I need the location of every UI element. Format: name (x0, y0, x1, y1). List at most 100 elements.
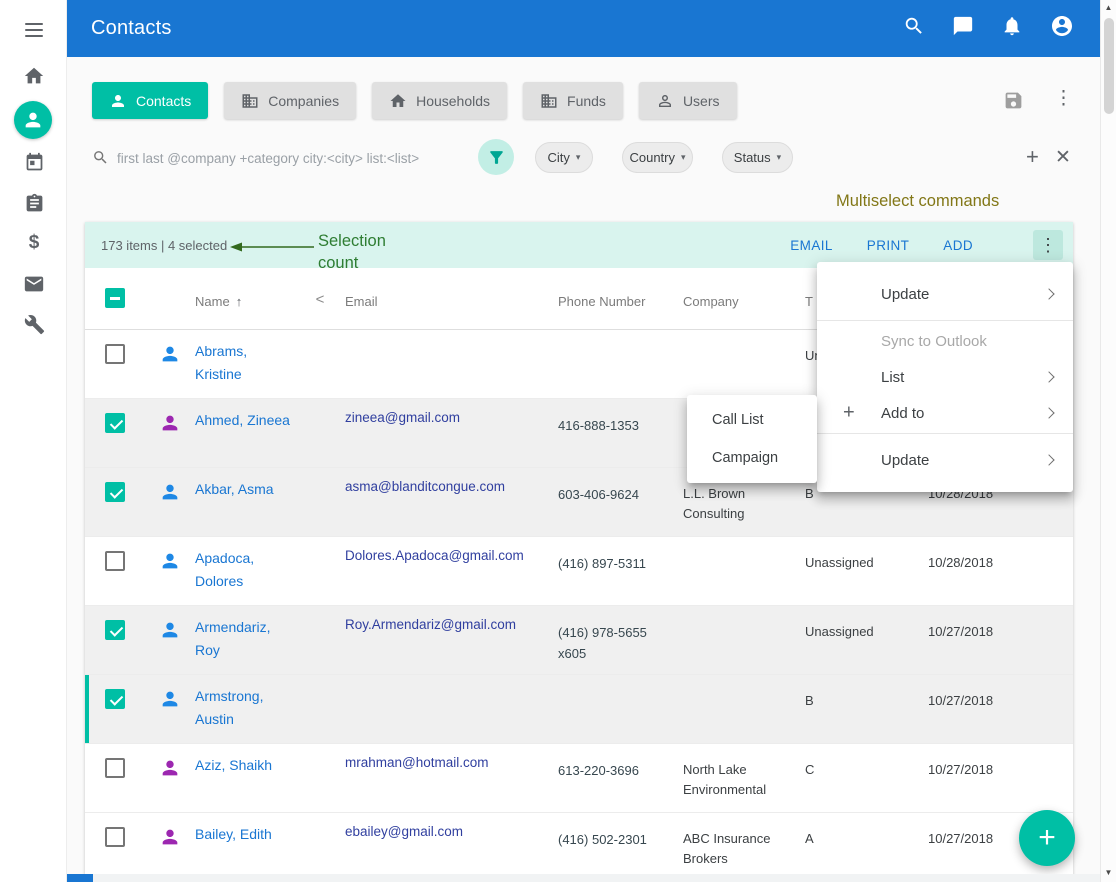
add-to-submenu: Call List Campaign (687, 395, 817, 483)
scroll-down-icon[interactable]: ▼ (1101, 868, 1116, 877)
contact-date: 10/27/2018 (928, 675, 1073, 743)
app-window: $ Contacts Contacts Companies Households (0, 0, 1116, 882)
home-icon[interactable] (22, 64, 46, 88)
entity-tabs: Contacts Companies Households Funds User… (92, 82, 737, 119)
tasks-clipboard-icon[interactable] (22, 191, 46, 215)
search-input[interactable] (117, 147, 467, 169)
chat-icon[interactable] (952, 15, 974, 42)
contact-company (683, 537, 805, 605)
table-row[interactable]: Aziz, Shaikh mrahman@hotmail.com 613-220… (85, 744, 1073, 813)
add-contact-fab[interactable]: + (1019, 810, 1075, 866)
billing-dollar-icon[interactable]: $ (22, 231, 46, 255)
calendar-icon[interactable] (22, 150, 46, 174)
collapse-columns-icon[interactable]: < (295, 268, 345, 329)
search-icon[interactable] (903, 15, 925, 42)
horizontal-scrollbar[interactable] (67, 874, 1100, 882)
menu-item-add-to[interactable]: + Add to (817, 395, 1073, 431)
top-app-bar: Contacts (67, 0, 1100, 57)
tab-funds[interactable]: Funds (523, 82, 623, 119)
filter-chip-country[interactable]: Country▾ (622, 142, 693, 173)
contact-date: 10/27/2018 (928, 744, 1073, 812)
add-filter-icon[interactable]: + (1026, 144, 1039, 170)
vertical-scrollbar-thumb[interactable] (1104, 18, 1114, 114)
contact-email: asma@blanditcongue.com (345, 468, 558, 536)
notifications-bell-icon[interactable] (1001, 15, 1023, 42)
tab-households[interactable]: Households (372, 82, 507, 119)
tools-wrench-icon[interactable] (22, 312, 46, 336)
menu-item-update-2[interactable]: Update (817, 436, 1073, 484)
page-title: Contacts (67, 17, 172, 40)
contact-name-link[interactable]: Bailey, Edith (195, 826, 272, 842)
contact-date: 10/27/2018 (928, 606, 1073, 674)
filter-chip-status[interactable]: Status▾ (722, 142, 793, 173)
row-checkbox[interactable] (105, 344, 125, 364)
contact-name-link[interactable]: Armendariz, Roy (195, 619, 270, 658)
menu-item-update[interactable]: Update (817, 270, 1073, 318)
horizontal-scrollbar-thumb[interactable] (67, 874, 93, 882)
column-header-phone[interactable]: Phone Number (558, 268, 683, 329)
row-checkbox[interactable] (105, 482, 125, 502)
person-icon (109, 92, 127, 110)
column-header-email[interactable]: Email (345, 268, 558, 329)
table-row[interactable]: Armstrong, Austin B 10/27/2018 (85, 675, 1073, 744)
contact-name-link[interactable]: Akbar, Asma (195, 481, 274, 497)
contact-company (683, 675, 805, 743)
sidebar-item-contacts-active[interactable] (14, 101, 52, 139)
home-icon (389, 92, 407, 110)
sort-ascending-icon: ↑ (236, 294, 243, 309)
print-button[interactable]: PRINT (867, 238, 910, 253)
contact-phone (558, 675, 683, 743)
row-checkbox[interactable] (105, 620, 125, 640)
hamburger-menu-icon[interactable] (22, 18, 46, 42)
multiselect-menu-icon[interactable]: ⋮ (1033, 230, 1063, 260)
contact-name-link[interactable]: Apadoca, Dolores (195, 550, 254, 589)
filter-funnel-button[interactable] (478, 139, 514, 175)
filter-chip-city[interactable]: City▾ (535, 142, 593, 173)
select-all-checkbox[interactable] (105, 288, 125, 308)
tab-contacts[interactable]: Contacts (92, 82, 208, 119)
submenu-item-call-list[interactable]: Call List (687, 401, 817, 439)
row-checkbox[interactable] (105, 413, 125, 433)
person-avatar-icon (145, 813, 195, 881)
more-options-icon[interactable]: ⋮ (1054, 88, 1070, 110)
table-row[interactable]: Armendariz, Roy Roy.Armendariz@gmail.com… (85, 606, 1073, 675)
row-checkbox[interactable] (105, 827, 125, 847)
contact-phone: 613-220-3696 (558, 744, 683, 812)
mail-icon[interactable] (22, 272, 46, 296)
table-row[interactable]: Apadoca, Dolores Dolores.Apadoca@gmail.c… (85, 537, 1073, 606)
contact-name-link[interactable]: Ahmed, Zineea (195, 412, 290, 428)
column-header-name[interactable]: Name↑ (195, 268, 295, 329)
contact-email: ebailey@gmail.com (345, 813, 558, 881)
scroll-up-icon[interactable]: ▲ (1101, 3, 1116, 12)
account-circle-icon[interactable] (1050, 14, 1074, 43)
selection-summary: 173 items | 4 selected (85, 238, 227, 253)
contact-status: B (805, 675, 928, 743)
menu-item-list[interactable]: List (817, 359, 1073, 395)
person-avatar-icon (145, 399, 195, 467)
contact-name-link[interactable]: Aziz, Shaikh (195, 757, 272, 773)
tab-companies[interactable]: Companies (224, 82, 356, 119)
contact-phone: (416) 502-2301 (558, 813, 683, 881)
menu-item-sync-to-outlook: Sync to Outlook (817, 323, 1073, 359)
row-checkbox[interactable] (105, 758, 125, 778)
vertical-scrollbar[interactable]: ▲ ▼ (1100, 0, 1116, 882)
table-row[interactable]: Bailey, Edith ebailey@gmail.com (416) 50… (85, 813, 1073, 882)
tab-users[interactable]: Users (639, 82, 737, 119)
row-checkbox[interactable] (105, 689, 125, 709)
chevron-right-icon (1043, 407, 1054, 418)
contact-name-link[interactable]: Armstrong, Austin (195, 688, 263, 727)
contact-status: Unassigned (805, 537, 928, 605)
save-view-icon[interactable] (1003, 90, 1024, 116)
annotation-multiselect-commands: Multiselect commands (836, 192, 999, 211)
clear-search-icon[interactable]: ✕ (1055, 146, 1071, 169)
contact-status: C (805, 744, 928, 812)
contact-name-link[interactable]: Abrams, Kristine (195, 343, 247, 382)
contact-date: 10/28/2018 (928, 537, 1073, 605)
row-checkbox[interactable] (105, 551, 125, 571)
contact-phone: (416) 897-5311 (558, 537, 683, 605)
column-header-company[interactable]: Company (683, 268, 805, 329)
plus-icon: + (843, 402, 855, 425)
submenu-item-campaign[interactable]: Campaign (687, 439, 817, 477)
email-button[interactable]: EMAIL (790, 238, 833, 253)
add-button[interactable]: ADD (943, 238, 973, 253)
